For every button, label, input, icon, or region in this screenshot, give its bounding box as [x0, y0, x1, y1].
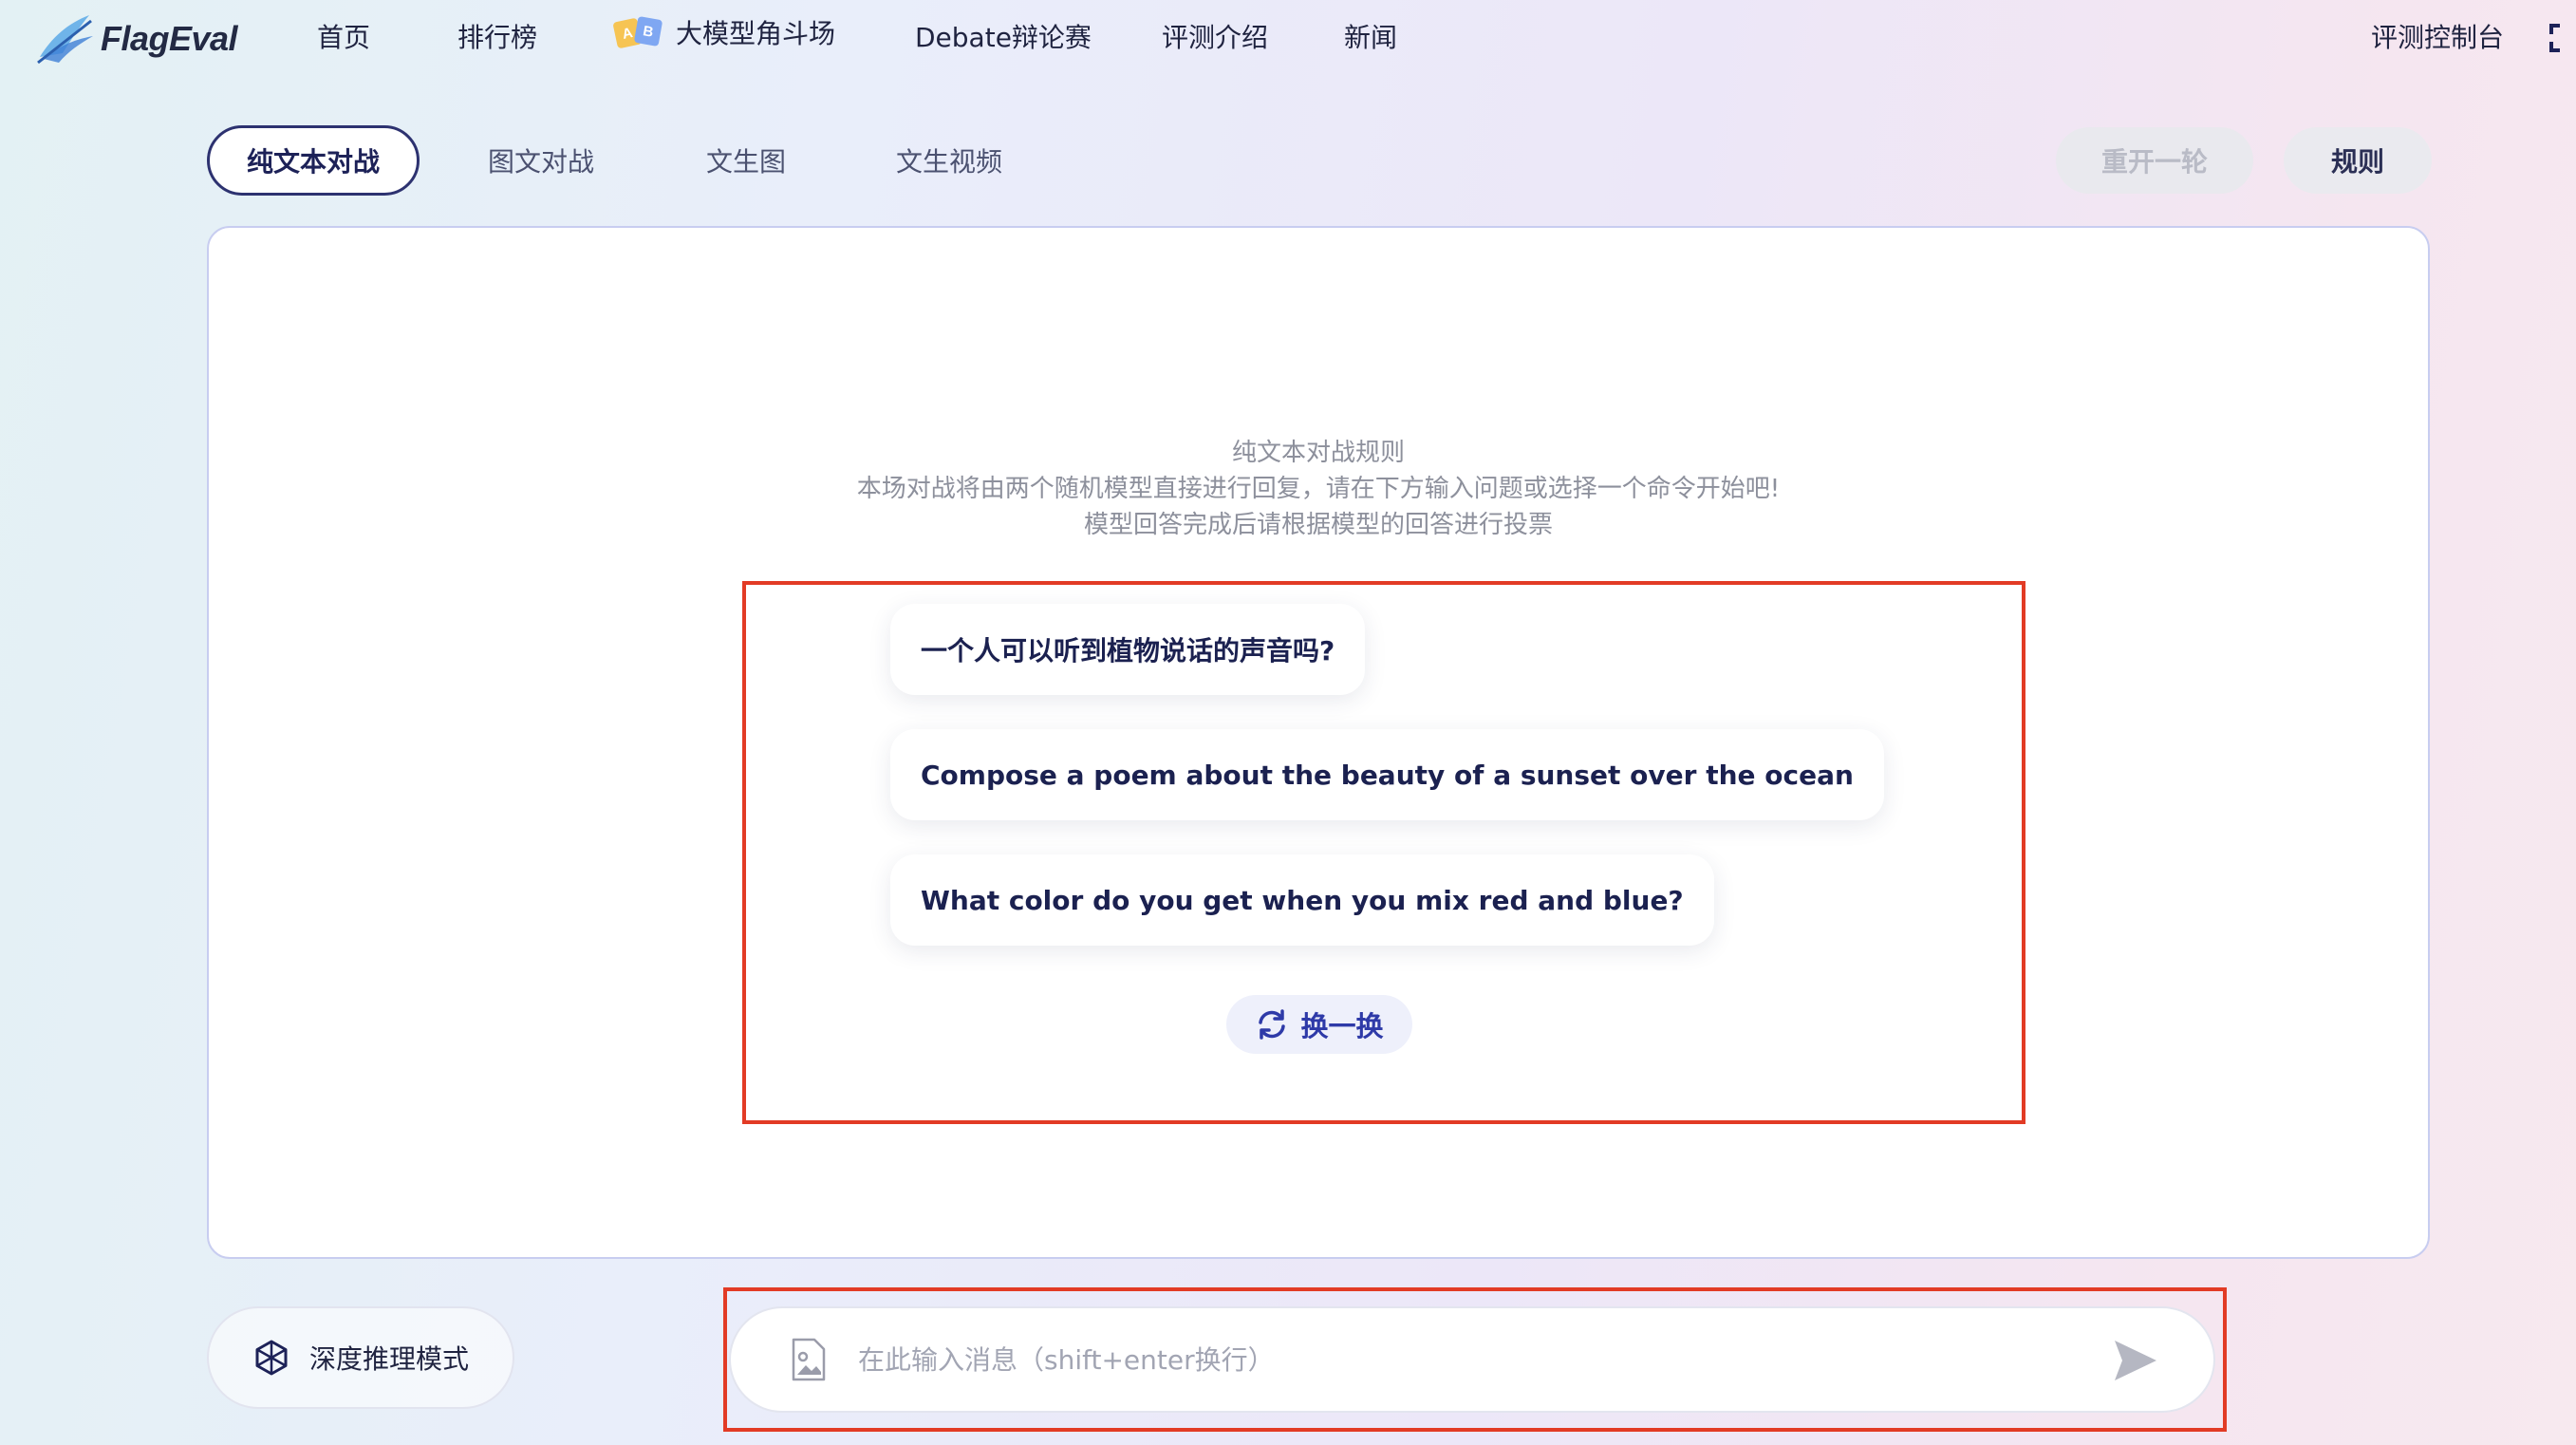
brand-name: FlagEval: [101, 19, 238, 58]
message-input[interactable]: [858, 1343, 2092, 1376]
suggestion-prompt[interactable]: Compose a poem about the beauty of a sun…: [890, 729, 1884, 820]
tab-text-to-video[interactable]: 文生视频: [868, 125, 1031, 196]
nav-leaderboard[interactable]: 排行榜: [457, 17, 537, 55]
restart-button[interactable]: 重开一轮: [2056, 127, 2253, 194]
rules-line-2: 模型回答完成后请根据模型的回答进行投票: [1083, 511, 1553, 539]
flag-b: B: [633, 15, 663, 47]
rules-title: 纯文本对战规则: [1231, 439, 1405, 467]
refresh-icon: [1259, 1009, 1286, 1040]
nav-debate[interactable]: Debate辩论赛: [915, 17, 1092, 55]
flageval-logo[interactable]: FlagEval: [34, 9, 238, 68]
rules-line-1: 本场对战将由两个随机模型直接进行回复，请在下方输入问题或选择一个命令开始吧!: [856, 475, 1781, 503]
shuffle-label: 换一换: [1300, 1010, 1384, 1042]
reasoning-cube-icon: [255, 1340, 288, 1376]
message-composer: [729, 1306, 2215, 1413]
nav-console[interactable]: 评测控制台: [2371, 17, 2504, 55]
rules-description: 纯文本对战规则 本场对战将由两个随机模型直接进行回复，请在下方输入问题或选择一个…: [209, 435, 2428, 543]
image-upload-icon[interactable]: [790, 1337, 828, 1382]
shuffle-button[interactable]: 换一换: [1226, 995, 1412, 1054]
nav-news[interactable]: 新闻: [1344, 17, 1397, 55]
ab-flags-icon: A B: [612, 15, 664, 49]
deep-reasoning-toggle[interactable]: 深度推理模式: [207, 1306, 514, 1409]
fullscreen-icon[interactable]: [2549, 23, 2576, 53]
nav-arena[interactable]: A B 大模型角斗场: [612, 13, 836, 51]
tab-image-text-battle[interactable]: 图文对战: [461, 125, 621, 196]
tab-text-to-image[interactable]: 文生图: [672, 125, 820, 196]
nav-intro[interactable]: 评测介绍: [1162, 17, 1268, 55]
rules-button[interactable]: 规则: [2284, 127, 2432, 194]
nav-arena-label: 大模型角斗场: [676, 18, 836, 49]
suggestion-prompt[interactable]: What color do you get when you mix red a…: [890, 854, 1714, 946]
tab-text-battle[interactable]: 纯文本对战: [207, 125, 420, 196]
nav-home[interactable]: 首页: [317, 17, 370, 55]
flageval-logo-icon: [37, 15, 93, 65]
send-icon[interactable]: [2109, 1335, 2160, 1386]
top-nav: FlagEval 首页 排行榜 A B 大模型角斗场 Debate辩论赛 评测介…: [0, 0, 2576, 76]
deep-reasoning-label: 深度推理模式: [308, 1343, 469, 1375]
suggestion-prompt[interactable]: 一个人可以听到植物说话的声音吗?: [890, 604, 1366, 695]
